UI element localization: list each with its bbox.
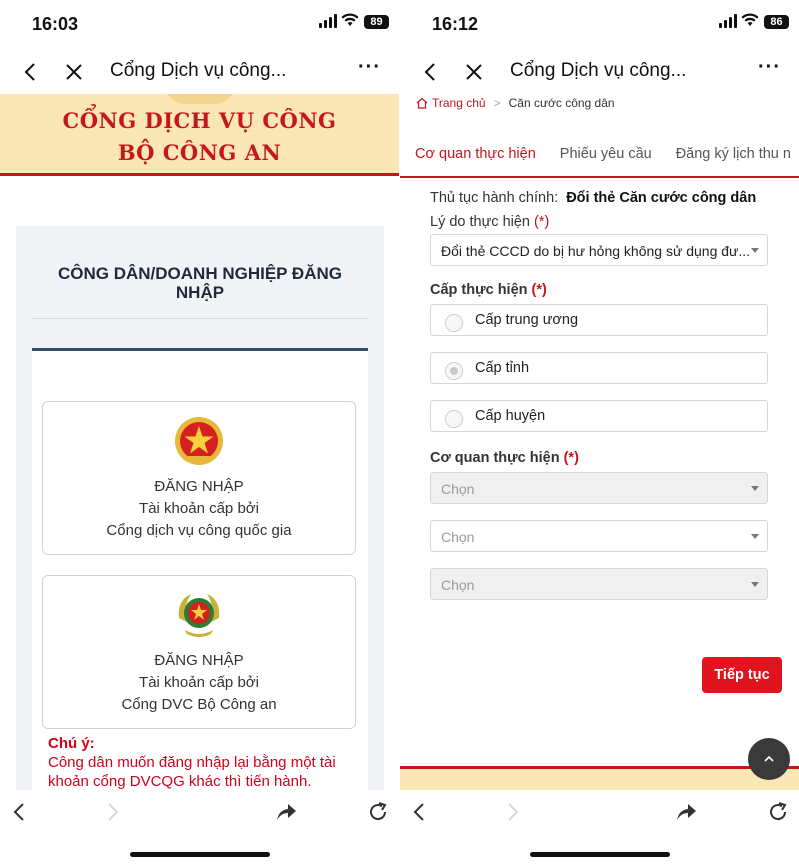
radio-district-level[interactable]: Cấp huyện <box>430 400 768 432</box>
chevron-down-icon <box>751 248 759 253</box>
radio-province-level[interactable]: Cấp tỉnh <box>430 352 768 384</box>
login-panel: CÔNG DÂN/DOANH NGHIỆP ĐĂNG NHẬP ĐĂNG NHẬ… <box>16 226 384 808</box>
back-icon[interactable] <box>418 58 442 86</box>
browser-nav-bar: Cổng Dịch vụ công... ··· <box>0 50 399 94</box>
step-tabs: Cơ quan thực hiện Phiếu yêu cầu Đăng ký … <box>400 130 799 178</box>
login-card-police-portal[interactable]: ĐĂNG NHẬP Tài khoản cấp bởi Cổng DVC Bộ … <box>42 575 356 729</box>
login-card-national-portal[interactable]: ĐĂNG NHẬP Tài khoản cấp bởi Cổng dịch vụ… <box>42 401 356 555</box>
reload-icon[interactable] <box>366 800 390 824</box>
note-text: Công dân muốn đăng nhập lại bằng một tài… <box>48 754 336 790</box>
select-placeholder: Chọn <box>441 481 475 497</box>
browser-toolbar <box>400 790 799 865</box>
browser-back-icon[interactable] <box>408 800 432 824</box>
card-subtitle: Tài khoản cấp bởi <box>139 500 259 517</box>
browser-forward-icon[interactable] <box>500 800 524 824</box>
agency-select-1[interactable]: Chọn <box>430 472 768 504</box>
more-icon[interactable]: ··· <box>358 56 381 79</box>
agency-select-3[interactable]: Chọn <box>430 568 768 600</box>
select-placeholder: Chọn <box>441 529 475 545</box>
procedure-row: Thủ tục hành chính: Đổi thẻ Căn cước côn… <box>430 190 756 206</box>
level-label: Cấp thực hiện (*) <box>430 282 547 298</box>
browser-nav-bar: Cổng Dịch vụ công... ··· <box>400 50 799 94</box>
more-icon[interactable]: ··· <box>758 56 781 79</box>
radio-label: Cấp trung ương <box>475 312 579 328</box>
share-icon[interactable] <box>674 800 698 824</box>
banner-title-line1: CỔNG DỊCH VỤ CÔNG <box>62 108 337 133</box>
required-mark: (*) <box>563 450 579 466</box>
breadcrumb-home[interactable]: Trang chủ <box>432 96 486 110</box>
national-emblem-icon <box>175 417 223 465</box>
radio-button-icon <box>445 410 463 428</box>
agency-select-2[interactable]: Chọn <box>430 520 768 552</box>
signal-icon <box>319 14 337 28</box>
required-mark: (*) <box>531 282 547 298</box>
reason-select-value: Đổi thẻ CCCD do bị hư hỏng không sử dụng… <box>441 243 751 259</box>
wifi-icon <box>741 13 759 26</box>
home-indicator <box>129 852 270 857</box>
banner-emblem-decoration <box>164 94 235 104</box>
note-title: Chú ý: <box>48 735 95 752</box>
tab-agency[interactable]: Cơ quan thực hiện <box>415 130 536 176</box>
breadcrumb-current[interactable]: Căn cước công dân <box>509 96 615 110</box>
login-heading: CÔNG DÂN/DOANH NGHIỆP ĐĂNG NHẬP <box>58 264 342 302</box>
left-phone-screen: 16:03 89 Cổng Dịch vụ công... ··· CỔNG D… <box>0 0 399 865</box>
status-bar: 16:12 86 <box>400 0 799 46</box>
status-time: 16:12 <box>432 14 479 34</box>
portal-banner: CỔNG DỊCH VỤ CÔNG BỘ CÔNG AN <box>0 94 399 176</box>
chevron-up-icon <box>764 755 774 762</box>
wifi-icon <box>341 13 359 26</box>
browser-forward-icon[interactable] <box>100 800 124 824</box>
page-title: Cổng Dịch vụ công... <box>110 60 287 81</box>
browser-back-icon[interactable] <box>8 800 32 824</box>
card-subtitle: Tài khoản cấp bởi <box>139 674 259 691</box>
share-icon[interactable] <box>274 800 298 824</box>
page-title: Cổng Dịch vụ công... <box>510 60 687 81</box>
right-phone-screen: 16:12 86 Cổng Dịch vụ công... ··· Trang … <box>400 0 799 865</box>
tab-request-form[interactable]: Phiếu yêu cầu <box>560 130 652 176</box>
home-indicator <box>529 852 670 857</box>
agency-label-text: Cơ quan thực hiện <box>430 450 560 466</box>
card-title: ĐĂNG NHẬP <box>154 478 244 495</box>
chevron-down-icon <box>751 486 759 491</box>
battery-icon: 86 <box>764 15 789 29</box>
radio-label: Cấp huyện <box>475 408 546 424</box>
banner-title-line2: BỘ CÔNG AN <box>117 140 282 165</box>
procedure-label: Thủ tục hành chính: <box>430 190 559 206</box>
back-icon[interactable] <box>18 58 42 86</box>
reason-label: Lý do thực hiện (*) <box>430 214 549 230</box>
select-placeholder: Chọn <box>441 577 475 593</box>
radio-button-icon <box>445 362 463 380</box>
close-icon[interactable] <box>462 58 486 86</box>
status-bar: 16:03 89 <box>0 0 399 46</box>
radio-label: Cấp tỉnh <box>475 360 530 376</box>
close-icon[interactable] <box>62 58 86 86</box>
home-icon[interactable] <box>416 97 428 109</box>
tab-schedule[interactable]: Đăng ký lịch thu n <box>676 130 791 176</box>
reason-label-text: Lý do thực hiện <box>430 214 530 230</box>
card-provider: Cổng dịch vụ công quốc gia <box>106 522 292 539</box>
card-title: ĐĂNG NHẬP <box>154 652 244 669</box>
agency-label: Cơ quan thực hiện (*) <box>430 450 579 466</box>
breadcrumb: Trang chủ > Căn cước công dân <box>416 96 615 110</box>
reason-select[interactable]: Đổi thẻ CCCD do bị hư hỏng không sử dụng… <box>430 234 768 266</box>
browser-toolbar <box>0 790 399 865</box>
status-time: 16:03 <box>32 14 79 34</box>
radio-central-level[interactable]: Cấp trung ương <box>430 304 768 336</box>
continue-button[interactable]: Tiếp tục <box>702 657 782 693</box>
reload-icon[interactable] <box>766 800 790 824</box>
level-label-text: Cấp thực hiện <box>430 282 528 298</box>
required-mark: (*) <box>534 214 550 230</box>
battery-icon: 89 <box>364 15 389 29</box>
divider <box>32 318 368 319</box>
chevron-down-icon <box>751 534 759 539</box>
breadcrumb-separator: > <box>493 96 501 110</box>
procedure-value: Đổi thẻ Căn cước công dân <box>566 190 757 206</box>
radio-button-icon <box>445 314 463 332</box>
login-note: Chú ý: Công dân muốn đăng nhập lại bằng … <box>48 734 368 791</box>
card-provider: Cổng DVC Bộ Công an <box>121 696 277 713</box>
signal-icon <box>719 14 737 28</box>
scroll-to-top-button[interactable] <box>748 738 790 780</box>
police-emblem-icon <box>178 594 220 637</box>
chevron-down-icon <box>751 582 759 587</box>
